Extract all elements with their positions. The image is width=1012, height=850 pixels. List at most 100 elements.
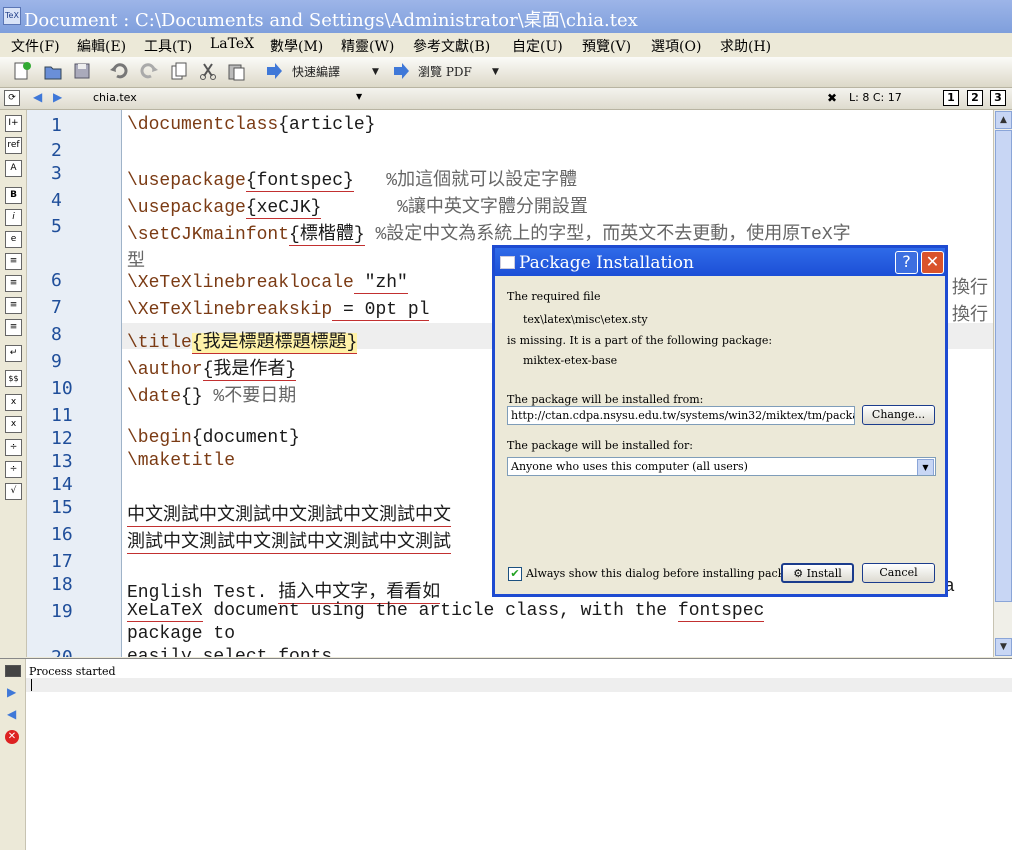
help-icon[interactable]: ? <box>895 251 918 274</box>
line-number: 19 <box>51 601 73 622</box>
text-cursor <box>31 679 32 691</box>
view-1-button[interactable]: 1 <box>943 90 959 106</box>
prev-error-icon[interactable]: ◀ <box>7 707 16 721</box>
font-size-icon[interactable]: A <box>5 160 22 177</box>
scroll-down-icon[interactable]: ▼ <box>995 638 1012 656</box>
compile-arrow-icon[interactable] <box>263 61 285 83</box>
next-tab-icon[interactable]: ▶ <box>53 90 62 104</box>
align-left-icon[interactable]: ≡ <box>5 253 22 270</box>
install-for-select[interactable]: Anyone who uses this computer (all users… <box>507 457 936 476</box>
align-center-icon[interactable]: ≡ <box>5 275 22 292</box>
next-error-icon[interactable]: ▶ <box>7 685 16 699</box>
menu-bibliography[interactable]: 參考文獻(B) <box>413 36 490 56</box>
app-icon: TeX <box>3 7 21 25</box>
log-current-line[interactable] <box>26 678 1012 692</box>
cursor-position: L: 8 C: 17 <box>849 91 902 104</box>
line-number: 3 <box>51 163 62 184</box>
close-icon[interactable]: ✕ <box>921 251 944 274</box>
line-number: 9 <box>51 351 62 372</box>
always-show-checkbox[interactable]: ✔ <box>508 567 522 581</box>
sqrt-icon[interactable]: √ <box>5 483 22 500</box>
new-file-icon[interactable] <box>11 61 33 83</box>
menu-help[interactable]: 求助(H) <box>720 36 771 56</box>
redo-icon[interactable] <box>138 61 160 83</box>
title-bar: TeX Document : C:\Documents and Settings… <box>0 0 1012 33</box>
preview-arrow-icon[interactable] <box>390 61 412 83</box>
emph-icon[interactable]: e <box>5 231 22 248</box>
open-file-icon[interactable] <box>42 61 64 83</box>
dfrac-icon[interactable]: ÷ <box>5 461 22 478</box>
chevron-down-icon[interactable]: ▼ <box>917 459 934 475</box>
scroll-up-icon[interactable]: ▲ <box>995 111 1012 129</box>
view-3-button[interactable]: 3 <box>990 90 1006 106</box>
preview-label: 瀏覽 PDF <box>418 65 472 79</box>
menu-customize[interactable]: 自定(U) <box>512 36 563 56</box>
save-icon[interactable] <box>71 61 93 83</box>
line-number-gutter: 1 2 3 4 5 6 7 8 9 10 11 12 13 14 15 16 1… <box>27 110 122 657</box>
paste-icon[interactable] <box>225 61 247 83</box>
display-math-icon[interactable]: $$ <box>5 370 22 387</box>
menu-latex[interactable]: LaTeX <box>210 36 254 52</box>
line-number: 17 <box>51 551 73 572</box>
view-2-button[interactable]: 2 <box>967 90 983 106</box>
superscript-icon[interactable]: x <box>5 416 22 433</box>
code-line: 測試中文測試中文測試中文測試中文測試 <box>127 533 451 554</box>
change-button[interactable]: Change... <box>862 405 935 425</box>
window-menu-icon[interactable] <box>500 256 515 269</box>
insert-icon[interactable]: I+ <box>5 115 22 132</box>
bold-icon[interactable]: B <box>5 187 22 204</box>
menu-file[interactable]: 文件(F) <box>11 36 60 56</box>
menu-wizard[interactable]: 精靈(W) <box>341 36 394 56</box>
document-tabbar: ⟳ ◀ ▶ chia.tex ▼ ✖ L: 8 C: 17 1 2 3 <box>0 88 1012 110</box>
code-line: \maketitle <box>127 451 236 471</box>
compile-combo[interactable]: 快速編譯 ▼ <box>292 62 382 82</box>
line-number: 5 <box>51 216 62 237</box>
missing-label: is missing. It is a part of the followin… <box>507 334 773 347</box>
repository-url-field[interactable]: http://ctan.cdpa.nsysu.edu.tw/systems/wi… <box>507 406 855 425</box>
console-icon[interactable] <box>5 665 21 677</box>
always-show-label[interactable]: Always show this dialog before installin… <box>526 567 810 580</box>
cancel-button[interactable]: Cancel <box>862 563 935 583</box>
line-number: 1 <box>51 115 62 136</box>
ref-icon[interactable]: ref <box>5 137 22 154</box>
overflow-text: 換行 <box>952 279 988 299</box>
prev-tab-icon[interactable]: ◀ <box>33 90 42 104</box>
line-number: 4 <box>51 190 62 211</box>
italic-icon[interactable]: i <box>5 209 22 226</box>
newline-icon[interactable]: ↵ <box>5 345 22 362</box>
menu-preview[interactable]: 預覽(V) <box>582 36 631 56</box>
code-line: XeLaTeX document using the article class… <box>127 601 765 622</box>
line-number: 10 <box>51 378 73 399</box>
subscript-icon[interactable]: x <box>5 394 22 411</box>
gear-icon: ⚙ <box>793 567 804 580</box>
line-number: 16 <box>51 524 73 545</box>
log-status: Process started <box>29 665 116 678</box>
menu-math[interactable]: 數學(M) <box>270 36 323 56</box>
preview-combo[interactable]: 瀏覽 PDF ▼ <box>418 62 508 82</box>
line-number: 18 <box>51 574 73 595</box>
required-file-label: The required file <box>507 290 601 303</box>
refresh-icon[interactable]: ⟳ <box>4 90 20 106</box>
align-right-icon[interactable]: ≡ <box>5 297 22 314</box>
cut-icon[interactable] <box>197 61 219 83</box>
copy-icon[interactable] <box>168 61 190 83</box>
code-line: \usepackage{xeCJK} %讓中英文字體分開設置 <box>127 198 588 219</box>
chevron-down-icon[interactable]: ▼ <box>356 92 362 101</box>
menu-edit[interactable]: 編輯(E) <box>77 36 126 56</box>
install-button-label: Install <box>806 567 842 580</box>
undo-icon[interactable] <box>108 61 130 83</box>
code-line: \XeTeXlinebreakskip = 0pt pl <box>127 300 430 321</box>
editor-scrollbar[interactable]: ▲ ▼ <box>993 110 1012 657</box>
menu-tools[interactable]: 工具(T) <box>144 36 192 56</box>
install-for-label: The package will be installed for: <box>507 439 693 452</box>
menu-options[interactable]: 選項(O) <box>651 36 701 56</box>
fraction-icon[interactable]: ÷ <box>5 439 22 456</box>
scroll-thumb[interactable] <box>995 130 1012 602</box>
tab-filename[interactable]: chia.tex <box>93 91 137 104</box>
close-tab-icon[interactable]: ✖ <box>827 91 837 105</box>
install-from-label: The package will be installed from: <box>507 393 704 406</box>
justify-icon[interactable]: ≡ <box>5 319 22 336</box>
code-line: \XeTeXlinebreaklocale "zh" <box>127 273 408 294</box>
install-button[interactable]: ⚙ Install <box>781 563 854 583</box>
stop-process-icon[interactable]: ✕ <box>5 730 19 744</box>
